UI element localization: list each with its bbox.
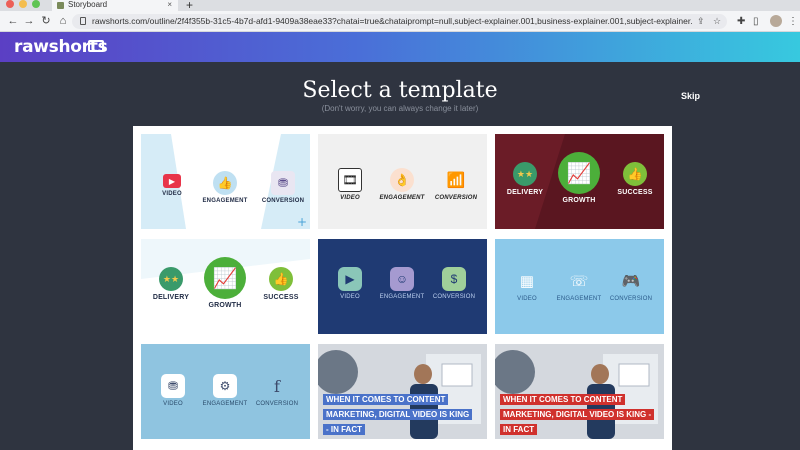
forward-icon[interactable]: →	[22, 14, 36, 28]
extensions-icon[interactable]: ✚	[737, 15, 745, 28]
thumbs-up-icon: 👍	[623, 162, 647, 186]
engagement-icon: ☺	[390, 267, 414, 291]
film-play-icon: 🎞	[338, 168, 362, 192]
browser-toolbar: ← → ↻ ⌂ rawshorts.com/outline/2f4f355b-3…	[0, 11, 800, 32]
page-subtitle: (Don't worry, you can always change it l…	[321, 104, 479, 113]
close-window-dot[interactable]	[6, 0, 14, 8]
gamepad-icon: 🎮	[621, 273, 641, 290]
engagement-icon: ☏	[569, 273, 589, 290]
svg-text:+: +	[297, 215, 307, 229]
template-label: CONVERSION	[434, 195, 478, 201]
template-card-1[interactable]: + ▶ VIDEO 👍 ENGAGEMENT ⛃ CONVERSION	[141, 134, 310, 229]
template-label: VIDEO	[517, 296, 537, 302]
template-label: DELIVERY	[506, 189, 544, 196]
logo-chat-icon	[88, 40, 104, 52]
template-card-2[interactable]: 🎞 VIDEO 👌 ENGAGEMENT 📶 CONVERSION	[318, 134, 487, 229]
app-header: rawshorts	[0, 32, 800, 62]
video-play-icon: ▶	[338, 267, 362, 291]
template-label: CONVERSION	[261, 198, 305, 204]
template-label: GROWTH	[208, 302, 242, 309]
tab-close-icon[interactable]: ×	[167, 0, 172, 9]
minimize-window-dot[interactable]	[19, 0, 27, 8]
conversion-icon: $	[442, 267, 466, 291]
thumbs-up-icon: 👍	[213, 171, 237, 195]
growth-chart-icon: 📈	[558, 152, 600, 194]
back-icon[interactable]: ←	[6, 14, 20, 28]
caption-line: MARKETING, DIGITAL VIDEO IS KING	[323, 409, 473, 420]
caption-line: IN FACT	[500, 424, 538, 435]
template-card-5[interactable]: ▶ VIDEO ☺ ENGAGEMENT $ CONVERSION	[318, 239, 487, 334]
template-label: ENGAGEMENT	[379, 195, 425, 201]
growth-chart-icon: 📈	[204, 257, 246, 299]
video-play-icon: ▦	[519, 273, 535, 290]
template-label: DELIVERY	[152, 294, 190, 301]
template-label: CONVERSION	[255, 401, 299, 407]
template-card-6[interactable]: ▦ VIDEO ☏ ENGAGEMENT 🎮 CONVERSION	[495, 239, 664, 334]
address-bar[interactable]: rawshorts.com/outline/2f4f355b-31c5-4b7d…	[72, 14, 727, 29]
reload-icon[interactable]: ↻	[39, 14, 53, 28]
caption-line: WHEN IT COMES TO CONTENT	[500, 394, 626, 405]
template-card-7[interactable]: ⛃ VIDEO ⚙ ENGAGEMENT f CONVERSION	[141, 344, 310, 439]
maximize-window-dot[interactable]	[32, 0, 40, 8]
template-grid: + ▶ VIDEO 👍 ENGAGEMENT ⛃ CONVERSION 🎞 VI…	[133, 126, 672, 450]
lock-icon	[80, 17, 86, 25]
stars-icon: ★★	[513, 162, 537, 186]
home-icon[interactable]: ⌂	[56, 14, 70, 28]
video-play-icon: ▶	[163, 174, 181, 188]
browser-tab-bar: Storyboard × +	[0, 0, 800, 12]
video-caption: WHEN IT COMES TO CONTENT MARKETING, DIGI…	[500, 392, 655, 437]
template-label: CONVERSION	[432, 294, 476, 300]
template-card-8[interactable]: WHEN IT COMES TO CONTENT MARKETING, DIGI…	[318, 344, 487, 439]
skip-button[interactable]: Skip	[681, 91, 700, 101]
template-label: GROWTH	[562, 197, 596, 204]
camera-icon: ⚙	[213, 374, 237, 398]
template-label: VIDEO	[162, 191, 182, 197]
caption-line: MARKETING, DIGITAL VIDEO IS KING -	[500, 409, 655, 420]
template-label: ENGAGEMENT	[379, 294, 425, 300]
conversion-icon: ⛃	[271, 171, 295, 195]
caption-line: WHEN IT COMES TO CONTENT	[323, 394, 449, 405]
page-title: Select a template	[302, 78, 498, 103]
template-label: SUCCESS	[617, 189, 653, 196]
template-label: VIDEO	[163, 401, 183, 407]
template-label: CONVERSION	[609, 296, 653, 302]
template-label: VIDEO	[340, 195, 360, 201]
caption-line: - IN FACT	[323, 424, 365, 435]
tab-title: Storyboard	[68, 0, 108, 9]
browser-tab[interactable]: Storyboard ×	[52, 0, 178, 11]
share-icon[interactable]: ⇪	[697, 15, 705, 28]
template-card-4[interactable]: ★★ DELIVERY 📈 GROWTH 👍 SUCCESS	[141, 239, 310, 334]
template-label: VIDEO	[340, 294, 360, 300]
template-label: ENGAGEMENT	[556, 296, 602, 302]
template-label: ENGAGEMENT	[202, 198, 248, 204]
menu-dots-icon[interactable]: ⋮	[788, 15, 798, 28]
stars-icon: ★★	[159, 267, 183, 291]
bookmark-star-icon[interactable]: ☆	[713, 15, 721, 28]
ok-hand-icon: 👌	[390, 168, 414, 192]
template-card-9[interactable]: WHEN IT COMES TO CONTENT MARKETING, DIGI…	[495, 344, 664, 439]
video-play-icon: ⛃	[161, 374, 185, 398]
thumbs-up-icon: 👍	[269, 267, 293, 291]
favicon-icon	[57, 2, 64, 9]
video-caption: WHEN IT COMES TO CONTENT MARKETING, DIGI…	[323, 392, 473, 437]
bar-chart-icon: 📶	[446, 172, 466, 189]
profile-avatar[interactable]	[770, 15, 782, 27]
facebook-icon: f	[274, 376, 280, 396]
sidebar-icon[interactable]: ▯	[753, 15, 759, 28]
template-card-3[interactable]: ★★ DELIVERY 📈 GROWTH 👍 SUCCESS	[495, 134, 664, 229]
template-label: SUCCESS	[263, 294, 299, 301]
template-label: ENGAGEMENT	[202, 401, 248, 407]
url-text: rawshorts.com/outline/2f4f355b-31c5-4b7d…	[92, 16, 692, 26]
